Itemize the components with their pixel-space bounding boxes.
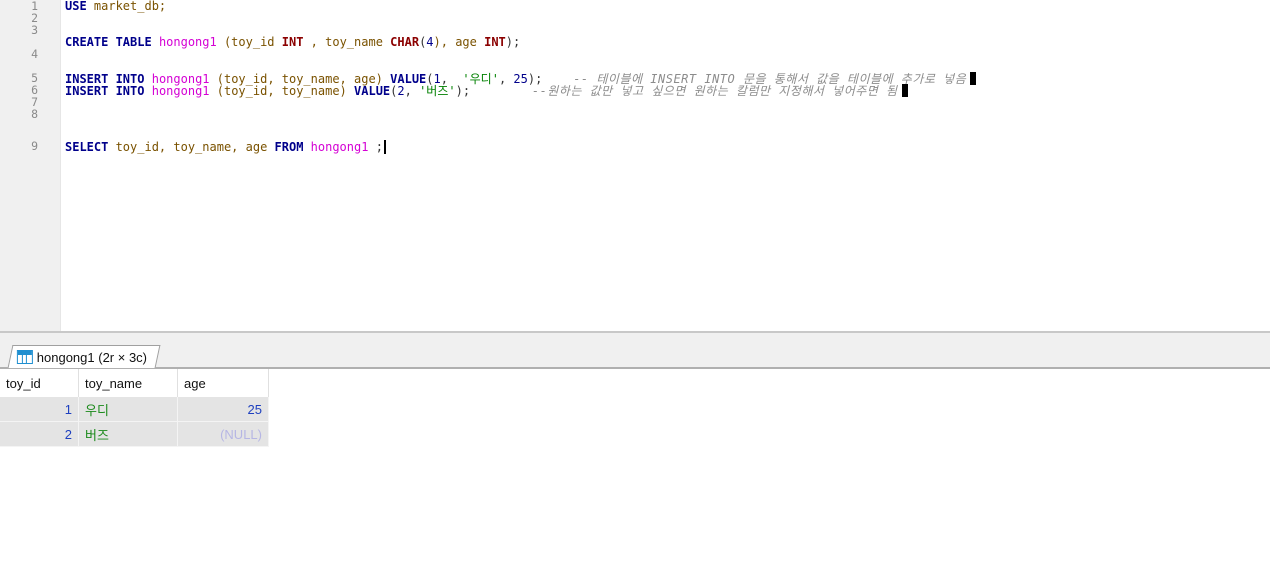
code-line-7: 7 [0,96,1270,108]
type-keyword: INT [484,35,506,49]
code-line-2: 2 [0,12,1270,24]
cell-toy-name[interactable]: 버즈 [78,421,178,447]
code-line-1: 1 USE market_db; [0,0,1270,12]
grid-header-row: toy_id toy_name age [0,369,269,397]
cell-age[interactable]: 25 [177,397,269,422]
cell-toy-id[interactable]: 1 [0,397,79,422]
result-tab[interactable]: hongong1 (2r × 3c) [7,345,161,368]
result-tab-strip: hongong1 (2r × 3c) [0,333,1270,369]
code-line-8: 8 [0,108,1270,132]
code-line-5: 5 INSERT INTO hongong1 (toy_id, toy_name… [0,72,1270,85]
table-row[interactable]: 2 버즈 (NULL) [0,421,269,447]
code-line-4: 4 [0,48,1270,60]
code-line-6: 6 INSERT INTO hongong1 (toy_id, toy_name… [0,84,1270,97]
code-text: ; [368,140,383,154]
type-keyword: INT [281,35,304,49]
code-line-9: 9 SELECT toy_id, toy_name, age FROM hong… [0,139,1270,154]
table-grid-icon [16,350,33,364]
create-table-keyword: CREATE TABLE [65,35,152,49]
code-text: toy_id, toy_name, age [108,140,275,154]
number-literal: 4 [426,35,434,49]
table-row[interactable]: 1 우디 25 [0,397,269,422]
code-text: ); [505,35,521,49]
column-header-toy-id[interactable]: toy_id [0,369,79,397]
code-text: (toy_id [216,35,282,49]
table-name: hongong1 [158,35,217,49]
column-header-age[interactable]: age [177,369,269,397]
code-line-3-num [0,24,1270,36]
code-text: , toy_name [303,35,391,49]
column-header-toy-name[interactable]: toy_name [78,369,178,397]
select-keyword: SELECT [65,140,109,154]
line-number: 8 [31,107,38,121]
text-cursor [383,140,386,154]
cell-toy-name[interactable]: 우디 [78,397,178,422]
cell-toy-id[interactable]: 2 [0,421,79,447]
code-text: ), age [433,35,485,49]
type-keyword: CHAR [390,35,420,49]
cell-age-null[interactable]: (NULL) [177,421,269,447]
sql-editor[interactable]: 1 USE market_db; 2 3 CREATE TABLE hongon… [0,0,1270,331]
from-keyword: FROM [274,140,304,154]
result-tab-label: hongong1 (2r × 3c) [36,349,148,365]
table-name: hongong1 [303,140,369,154]
code-line-3-content: CREATE TABLE hongong1 (toy_id INT , toy_… [0,36,1270,48]
line-number: 4 [31,47,38,61]
line-number: 9 [31,139,38,153]
result-grid[interactable]: toy_id toy_name age 1 우디 25 2 버즈 (NULL) [0,369,269,447]
